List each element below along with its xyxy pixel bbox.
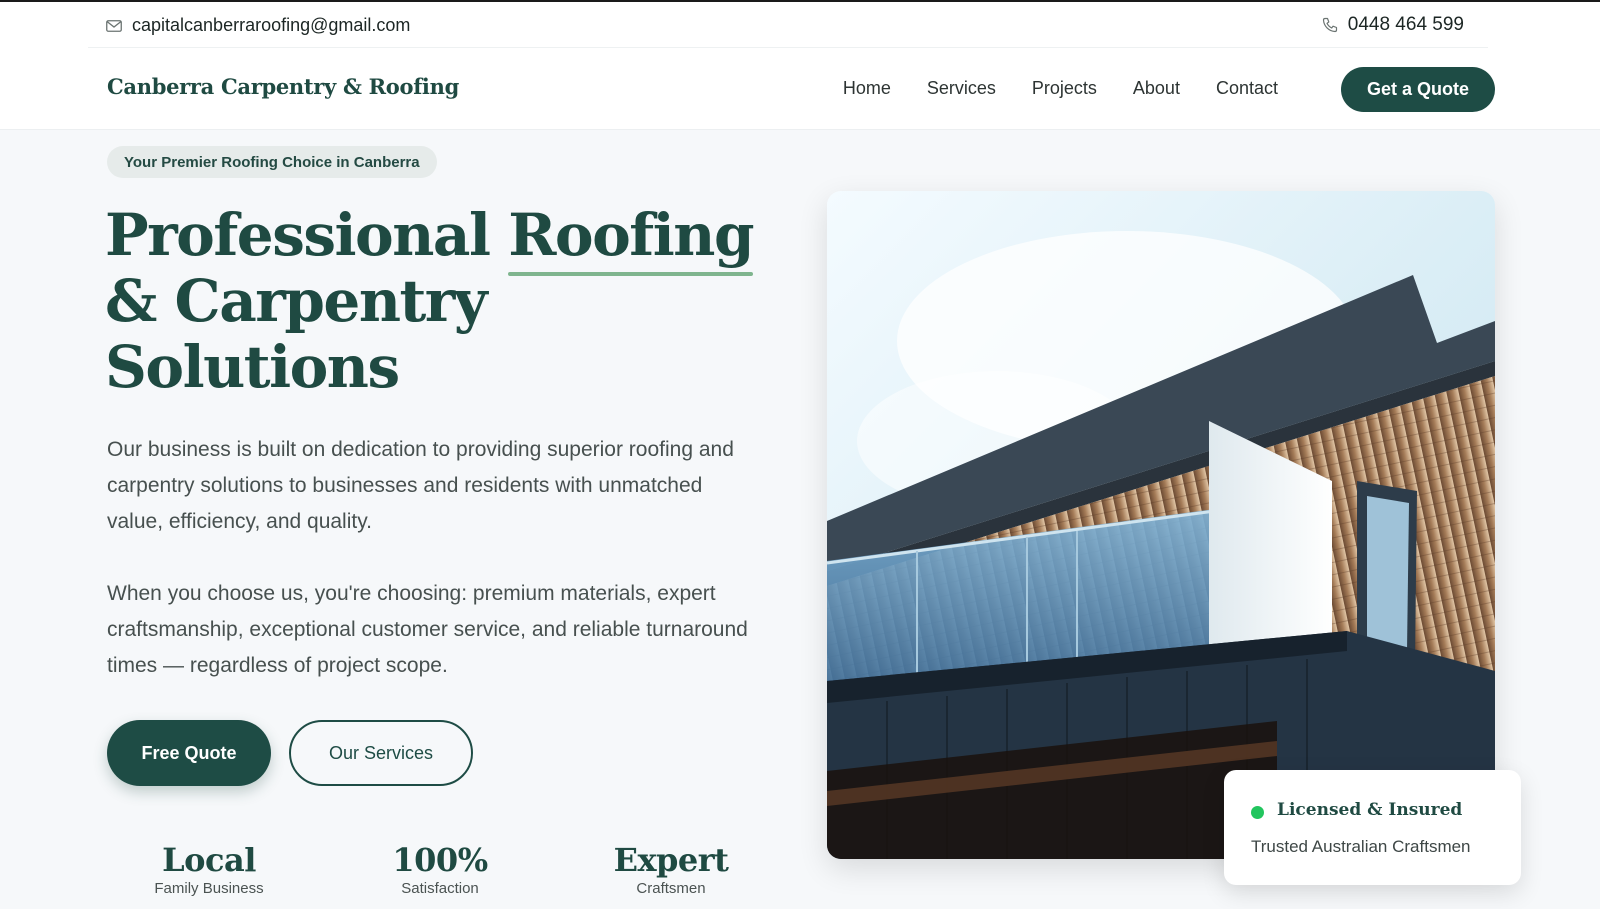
hero-house-image <box>827 191 1495 859</box>
stat-local: Local Family Business <box>129 842 289 897</box>
card-subtitle: Trusted Australian Craftsmen <box>1251 837 1471 856</box>
hero-title-part1: Professional <box>105 201 509 269</box>
nav-link-contact[interactable]: Contact <box>1216 78 1278 99</box>
stat-label: Satisfaction <box>401 880 479 897</box>
top-bar: capitalcanberraroofing@gmail.com 0448 46… <box>0 2 1600 48</box>
nav-link-projects[interactable]: Projects <box>1032 78 1097 99</box>
hero-title-part3: Solutions <box>105 333 400 401</box>
card-title: Licensed & Insured <box>1277 800 1463 820</box>
nav-links: Home Services Projects About Contact <box>843 78 1278 99</box>
hero-paragraph-2: When you choose us, you're choosing: pre… <box>107 582 748 677</box>
stat-value: 100% <box>392 841 488 879</box>
nav-link-services[interactable]: Services <box>927 78 996 99</box>
hero-title-part2: & Carpentry <box>105 267 488 335</box>
contact-email[interactable]: capitalcanberraroofing@gmail.com <box>106 15 410 36</box>
stat-label: Family Business <box>154 880 264 897</box>
nav-link-home[interactable]: Home <box>843 78 891 99</box>
status-dot-icon <box>1251 806 1264 819</box>
contact-phone[interactable]: 0448 464 599 <box>1322 14 1464 36</box>
phone-icon <box>1322 17 1338 33</box>
stat-satisfaction: 100% Satisfaction <box>360 842 520 897</box>
stat-label: Craftsmen <box>636 880 706 897</box>
top-bar-inner: capitalcanberraroofing@gmail.com 0448 46… <box>88 2 1488 48</box>
stat-value: Local <box>162 841 256 879</box>
hero-badge: Your Premier Roofing Choice in Canberra <box>107 146 437 178</box>
our-services-button[interactable]: Our Services <box>289 720 473 786</box>
nav-link-about[interactable]: About <box>1133 78 1180 99</box>
brand-logo[interactable]: Canberra Carpentry & Roofing <box>107 74 459 99</box>
hero-paragraph-1: Our business is built on dedication to p… <box>107 438 734 533</box>
main-nav: Canberra Carpentry & Roofing Home Servic… <box>0 48 1600 130</box>
stat-value: Expert <box>613 841 729 879</box>
licensed-insured-card: Licensed & Insured Trusted Australian Cr… <box>1224 770 1521 885</box>
hero-title-highlight: Roofing <box>508 201 754 276</box>
get-a-quote-button[interactable]: Get a Quote <box>1341 67 1495 112</box>
free-quote-button[interactable]: Free Quote <box>107 720 271 786</box>
hero-title: Professional Roofing & Carpentry Solutio… <box>105 202 805 400</box>
stat-expert: Expert Craftsmen <box>591 842 751 897</box>
mail-icon <box>106 19 122 32</box>
contact-phone-text: 0448 464 599 <box>1347 14 1464 35</box>
contact-email-text: capitalcanberraroofing@gmail.com <box>132 15 411 35</box>
